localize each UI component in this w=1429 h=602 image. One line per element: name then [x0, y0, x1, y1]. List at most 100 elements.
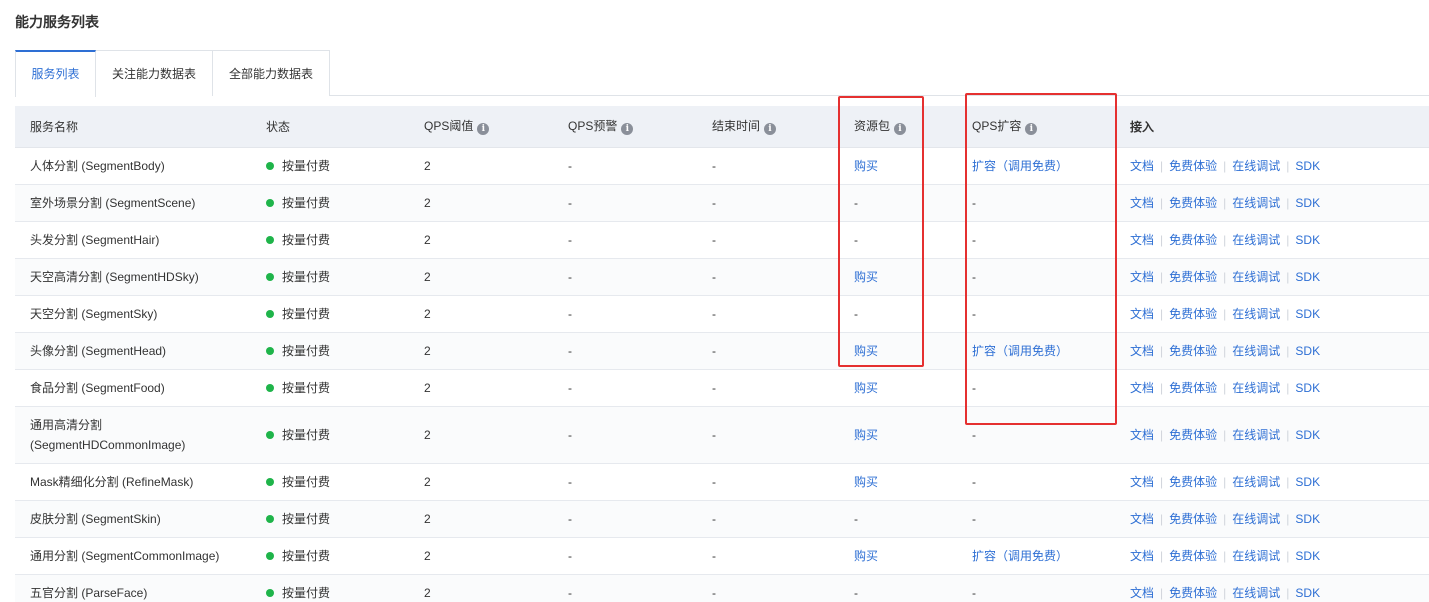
- online-debug-link[interactable]: 在线调试: [1232, 344, 1280, 358]
- buy-package-link[interactable]: 购买: [854, 549, 878, 563]
- buy-package-link[interactable]: 购买: [854, 381, 878, 395]
- doc-link[interactable]: 文档: [1130, 270, 1154, 284]
- free-trial-link[interactable]: 免费体验: [1169, 428, 1217, 442]
- qps-expand-cell: -: [957, 574, 1115, 602]
- doc-link[interactable]: 文档: [1130, 233, 1154, 247]
- sdk-link[interactable]: SDK: [1295, 475, 1320, 489]
- service-name: 人体分割 (SegmentBody): [15, 147, 251, 185]
- qps-expand-cell: 扩容（调用免费）: [957, 537, 1115, 575]
- sdk-link[interactable]: SDK: [1295, 381, 1320, 395]
- separator: |: [1223, 549, 1227, 563]
- expand-qps-link[interactable]: 扩容（调用免费）: [972, 159, 1068, 173]
- online-debug-link[interactable]: 在线调试: [1232, 196, 1280, 210]
- free-trial-link[interactable]: 免费体验: [1169, 512, 1217, 526]
- online-debug-link[interactable]: 在线调试: [1232, 307, 1280, 321]
- expand-qps-link[interactable]: 扩容（调用免费）: [972, 344, 1068, 358]
- free-trial-link[interactable]: 免费体验: [1169, 475, 1217, 489]
- separator: |: [1160, 159, 1164, 173]
- online-debug-link[interactable]: 在线调试: [1232, 475, 1280, 489]
- expand-value: -: [972, 427, 976, 442]
- buy-package-link[interactable]: 购买: [854, 428, 878, 442]
- end-time-cell: -: [697, 500, 839, 538]
- online-debug-link[interactable]: 在线调试: [1232, 381, 1280, 395]
- free-trial-link[interactable]: 免费体验: [1169, 586, 1217, 600]
- sdk-link[interactable]: SDK: [1295, 549, 1320, 563]
- free-trial-link[interactable]: 免费体验: [1169, 549, 1217, 563]
- online-debug-link[interactable]: 在线调试: [1232, 586, 1280, 600]
- online-debug-link[interactable]: 在线调试: [1232, 159, 1280, 173]
- free-trial-link[interactable]: 免费体验: [1169, 233, 1217, 247]
- online-debug-link[interactable]: 在线调试: [1232, 549, 1280, 563]
- buy-package-link[interactable]: 购买: [854, 159, 878, 173]
- col-header-qps-expand: QPS扩容 i: [957, 106, 1115, 148]
- status-text: 按量付费: [282, 159, 331, 173]
- online-debug-link[interactable]: 在线调试: [1232, 428, 1280, 442]
- status-dot-icon: [266, 384, 274, 392]
- buy-package-link[interactable]: 购买: [854, 344, 878, 358]
- sdk-link[interactable]: SDK: [1295, 159, 1320, 173]
- doc-link[interactable]: 文档: [1130, 196, 1154, 210]
- expand-qps-link[interactable]: 扩容（调用免费）: [972, 549, 1068, 563]
- package-value: -: [854, 306, 858, 321]
- info-circle-icon[interactable]: i: [1025, 123, 1038, 136]
- separator: |: [1160, 196, 1164, 210]
- free-trial-link[interactable]: 免费体验: [1169, 159, 1217, 173]
- expand-value: -: [972, 380, 976, 395]
- status-dot-icon: [266, 347, 274, 355]
- status-cell: 按量付费: [251, 147, 409, 185]
- free-trial-link[interactable]: 免费体验: [1169, 196, 1217, 210]
- doc-link[interactable]: 文档: [1130, 381, 1154, 395]
- end-time-cell: -: [697, 147, 839, 185]
- table-row: 天空分割 (SegmentSky) 按量付费 2- - - - 文档 | 免费体验 | 在线调试 | S…: [15, 295, 1429, 333]
- doc-link[interactable]: 文档: [1130, 475, 1154, 489]
- info-circle-icon[interactable]: i: [764, 123, 777, 136]
- package-cell: 购买: [839, 463, 957, 501]
- access-cell: 文档 | 免费体验 | 在线调试 | SDK: [1115, 258, 1429, 296]
- status-dot-icon: [266, 236, 274, 244]
- buy-package-link[interactable]: 购买: [854, 475, 878, 489]
- qps-expand-cell: -: [957, 406, 1115, 464]
- tab-all-data[interactable]: 全部能力数据表: [213, 50, 330, 96]
- doc-link[interactable]: 文档: [1130, 428, 1154, 442]
- sdk-link[interactable]: SDK: [1295, 428, 1320, 442]
- online-debug-link[interactable]: 在线调试: [1232, 233, 1280, 247]
- tab-followed-data[interactable]: 关注能力数据表: [96, 50, 213, 96]
- doc-link[interactable]: 文档: [1130, 586, 1154, 600]
- info-circle-icon[interactable]: i: [477, 123, 490, 136]
- free-trial-link[interactable]: 免费体验: [1169, 270, 1217, 284]
- doc-link[interactable]: 文档: [1130, 512, 1154, 526]
- free-trial-link[interactable]: 免费体验: [1169, 381, 1217, 395]
- status-text: 按量付费: [282, 475, 331, 489]
- status-cell: 按量付费: [251, 184, 409, 222]
- table-row: 五官分割 (ParseFace) 按量付费 2- - - - 文档 | 免费体验 | 在线调试 | SD…: [15, 574, 1429, 602]
- doc-link[interactable]: 文档: [1130, 549, 1154, 563]
- free-trial-link[interactable]: 免费体验: [1169, 307, 1217, 321]
- table-body: 人体分割 (SegmentBody) 按量付费 2- - 购买 扩容（调用免费） 文档 | 免费…: [15, 147, 1429, 602]
- separator: |: [1223, 196, 1227, 210]
- separator: |: [1286, 196, 1290, 210]
- buy-package-link[interactable]: 购买: [854, 270, 878, 284]
- sdk-link[interactable]: SDK: [1295, 270, 1320, 284]
- package-cell: -: [839, 184, 957, 222]
- online-debug-link[interactable]: 在线调试: [1232, 270, 1280, 284]
- doc-link[interactable]: 文档: [1130, 159, 1154, 173]
- expand-value: -: [972, 474, 976, 489]
- info-circle-icon[interactable]: i: [894, 123, 907, 136]
- free-trial-link[interactable]: 免费体验: [1169, 344, 1217, 358]
- package-cell: 购买: [839, 332, 957, 370]
- sdk-link[interactable]: SDK: [1295, 586, 1320, 600]
- info-circle-icon[interactable]: i: [621, 123, 634, 136]
- sdk-link[interactable]: SDK: [1295, 512, 1320, 526]
- doc-link[interactable]: 文档: [1130, 344, 1154, 358]
- separator: |: [1160, 512, 1164, 526]
- sdk-link[interactable]: SDK: [1295, 196, 1320, 210]
- online-debug-link[interactable]: 在线调试: [1232, 512, 1280, 526]
- sdk-link[interactable]: SDK: [1295, 307, 1320, 321]
- sdk-link[interactable]: SDK: [1295, 233, 1320, 247]
- doc-link[interactable]: 文档: [1130, 307, 1154, 321]
- separator: |: [1286, 549, 1290, 563]
- sdk-link[interactable]: SDK: [1295, 344, 1320, 358]
- tab-service-list[interactable]: 服务列表: [15, 50, 96, 97]
- expand-value: -: [972, 306, 976, 321]
- col-header-qps-limit: QPS阈值 i: [409, 106, 553, 148]
